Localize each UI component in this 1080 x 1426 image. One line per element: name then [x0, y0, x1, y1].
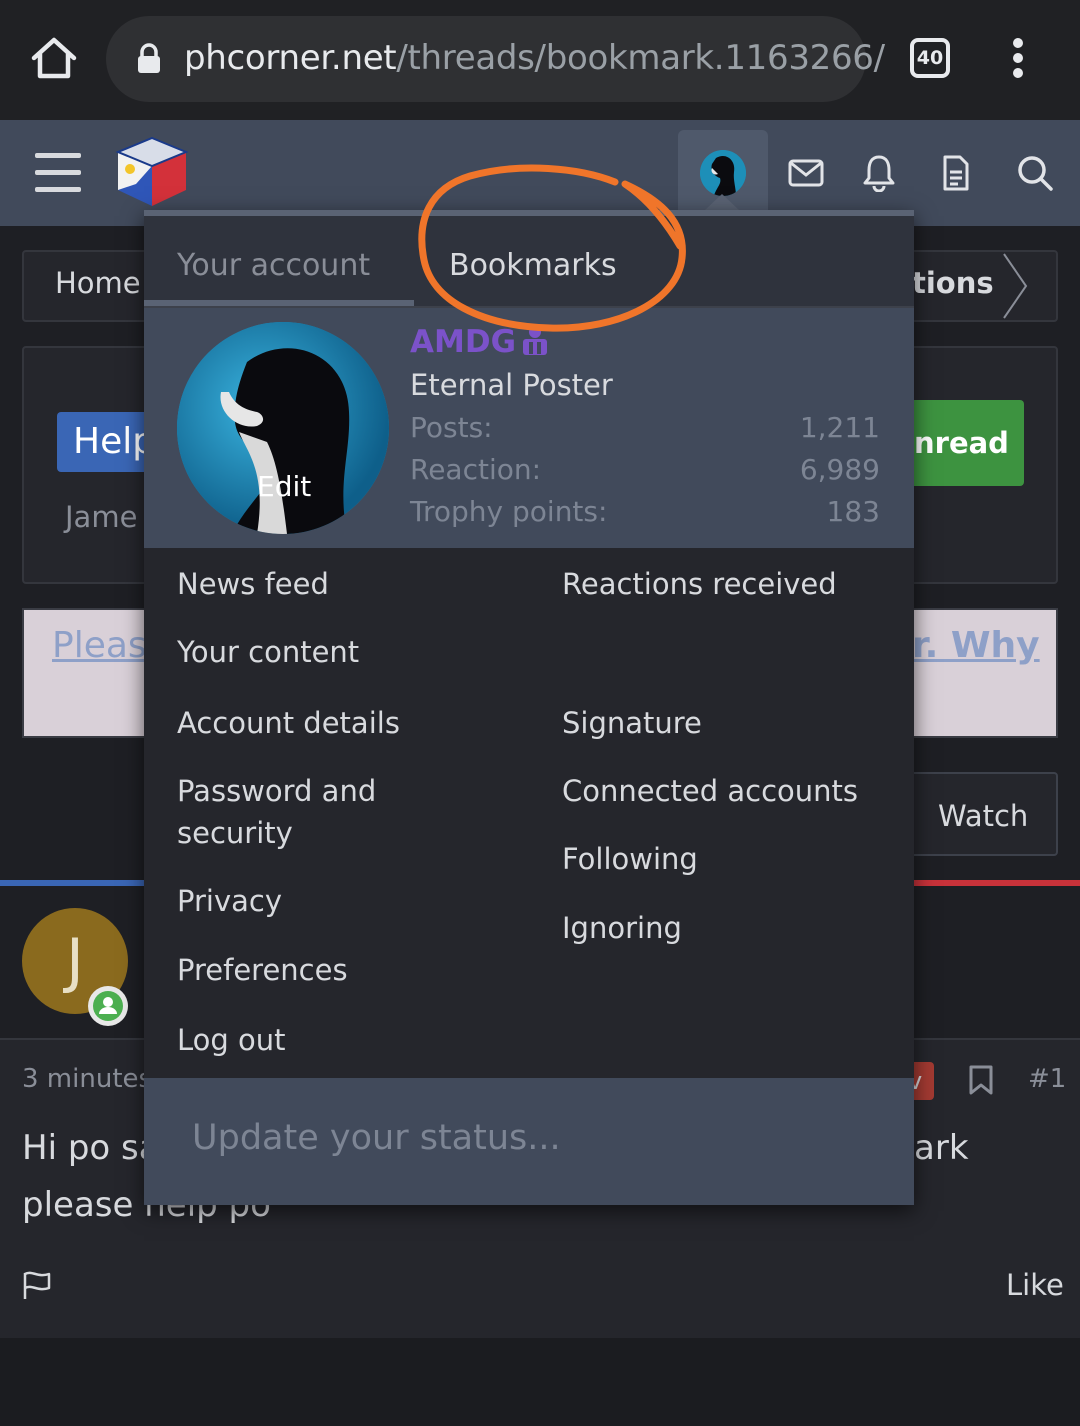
mail-icon[interactable] [788, 158, 824, 188]
site-logo[interactable] [114, 134, 190, 210]
url-path: /threads/bookmark.1163266/ [396, 38, 885, 78]
annotation-circle [410, 160, 700, 340]
status-input[interactable]: Update your status... [192, 1118, 561, 1158]
menu-pointer [705, 194, 739, 210]
unread-button[interactable]: nread [900, 400, 1024, 486]
menu-link-your-content[interactable]: Your content [177, 631, 359, 673]
avatar-edit-label[interactable]: Edit [257, 470, 311, 503]
menu-link-following[interactable]: Following [562, 838, 698, 880]
stat-posts-value[interactable]: 1,211 [680, 411, 880, 444]
post-number[interactable]: #1 [1028, 1064, 1066, 1094]
breadcrumb-item[interactable]: tions [912, 266, 994, 300]
stat-trophy-value[interactable]: 183 [680, 495, 880, 528]
user-title: Eternal Poster [410, 368, 613, 402]
url-text[interactable]: phcorner.net/threads/bookmark.1163266/ [184, 38, 885, 78]
flag-icon[interactable] [22, 1270, 52, 1300]
chevron-right-icon [1000, 252, 1030, 320]
thread-author[interactable]: Jame [65, 500, 137, 534]
search-icon[interactable] [1016, 154, 1054, 192]
user-group-icon [519, 422, 551, 454]
status-update-area: Update your status... [144, 1078, 914, 1205]
menu-link-news-feed[interactable]: News feed [177, 563, 329, 605]
document-icon[interactable] [942, 154, 970, 192]
home-icon[interactable] [30, 36, 78, 80]
tab-your-account[interactable]: Your account [177, 248, 370, 283]
menu-link-preferences[interactable]: Preferences [177, 949, 348, 991]
header-avatar[interactable] [700, 150, 746, 196]
menu-link-connected-accounts[interactable]: Connected accounts [562, 770, 858, 812]
kebab-menu-icon[interactable] [1008, 38, 1028, 80]
stat-reaction-label: Reaction: [410, 453, 542, 486]
menu-link-reactions-received[interactable]: Reactions received [562, 563, 837, 605]
bell-icon[interactable] [862, 154, 896, 193]
account-dropdown: Your account Bookmarks Edit AMDG Eternal… [144, 210, 914, 1205]
bookmark-icon[interactable] [968, 1064, 994, 1096]
tab-active-indicator [144, 300, 414, 306]
post-time[interactable]: 3 minutes [22, 1064, 152, 1094]
address-bar[interactable]: phcorner.net/threads/bookmark.1163266/ [106, 16, 885, 102]
hamburger-icon[interactable] [35, 153, 81, 193]
tab-count-icon[interactable]: 40 [910, 38, 950, 78]
post-text-line1-end: ark [914, 1128, 969, 1168]
profile-avatar[interactable]: Edit [177, 322, 389, 534]
post-text-line1: Hi po sa [22, 1128, 160, 1168]
notice-text[interactable]: Pleas [52, 625, 147, 666]
menu-link-password-security[interactable]: Password and security [177, 770, 437, 854]
like-button[interactable]: Like [1006, 1268, 1064, 1302]
stat-posts-label: Posts: [410, 411, 493, 444]
lock-icon[interactable] [136, 43, 162, 75]
stat-reaction-value[interactable]: 6,989 [680, 453, 880, 486]
notice-link[interactable]: r. Why [912, 625, 1040, 666]
menu-link-ignoring[interactable]: Ignoring [562, 907, 682, 949]
menu-link-signature[interactable]: Signature [562, 702, 702, 744]
url-domain: phcorner.net [184, 38, 397, 78]
menu-link-privacy[interactable]: Privacy [177, 880, 282, 922]
page-footer [0, 1338, 1080, 1426]
breadcrumb-home[interactable]: Home [55, 266, 141, 300]
online-status-icon [88, 986, 128, 1026]
menu-link-account-details[interactable]: Account details [177, 702, 400, 744]
stat-trophy-label: Trophy points: [410, 495, 608, 528]
menu-link-log-out[interactable]: Log out [177, 1019, 286, 1061]
